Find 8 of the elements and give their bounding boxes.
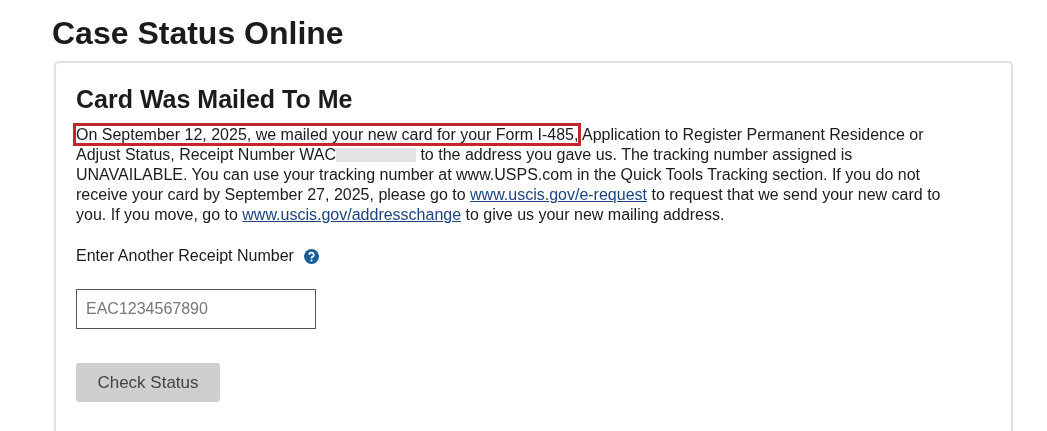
status-paragraph: On September 12, 2025, we mailed your new card for your Form I-485, Application to Register Permanent Residence or Adjust Status, Receipt Number WAC to the address you gave us. The tracking number assigned is UNAVAILABLE. You can use your tracking number at www.USPS.com in the Quick Tools Tracking section. If you do not receive your card by September 27, 2025, please go to www.uscis.gov/e-request to request that we send your new card to you. If you move, go to www.uscis.gov/addresschange to give us your new mailing address. — [76, 125, 966, 225]
help-icon[interactable] — [303, 248, 319, 264]
link[interactable]: www.uscis.gov/e-request — [470, 186, 647, 203]
receipt-number-field[interactable]: EAC1234567890 — [76, 289, 316, 329]
page-title: Case Status Online — [52, 14, 344, 52]
link[interactable]: www.uscis.gov/addresschange — [242, 206, 462, 223]
card-title: Card Was Mailed To Me — [76, 84, 353, 115]
field-label: Enter Another Receipt Number — [76, 247, 294, 265]
